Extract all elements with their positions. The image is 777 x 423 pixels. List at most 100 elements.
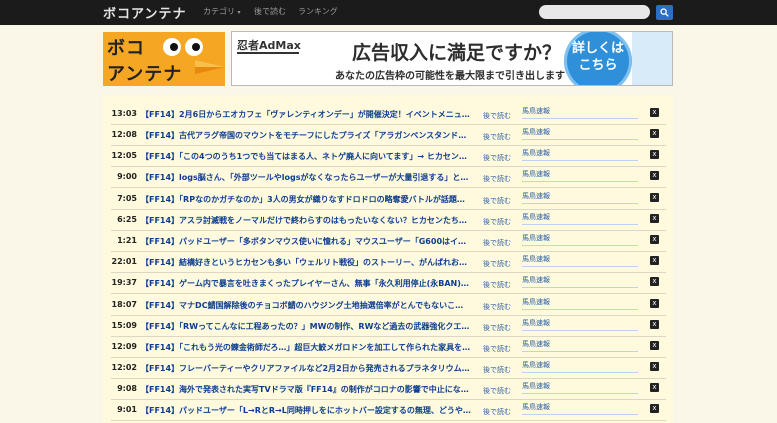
chevron-down-icon: ▾ [237, 9, 241, 16]
read-later-link[interactable]: 後で読む [483, 280, 511, 290]
brand-banner[interactable]: ボコ アンテナ [103, 32, 225, 86]
article-time: 6:25 [117, 215, 137, 224]
article-title-link[interactable]: 【FF14】2月6日からエオカフェ「ヴァレンティオンデー」が開催決定！イベントメ… [141, 109, 471, 120]
article-row[interactable]: 7:05 【FF14】「RPなのかガチなのか」3人の男女が織りなすドロドロの略奪… [111, 189, 666, 210]
nav-ranking[interactable]: ランキング [298, 6, 338, 17]
article-time: 12:02 [111, 363, 137, 372]
article-time: 12:09 [111, 342, 137, 351]
close-icon[interactable]: x [650, 404, 659, 413]
nav-read-later[interactable]: 後で読む [254, 6, 286, 17]
close-icon[interactable]: x [650, 383, 659, 392]
article-title-link[interactable]: 【FF14】logs脳さん、「外部ツールやlogsがなくなったらユーザーが大量引… [141, 172, 471, 183]
article-source-link[interactable]: 馬鳥速報 [522, 297, 638, 310]
search-input[interactable] [539, 5, 650, 19]
ad-badge-background [632, 32, 672, 85]
read-later-link[interactable]: 後で読む [483, 365, 511, 375]
article-source-link[interactable]: 馬鳥速報 [522, 381, 638, 394]
read-later-link[interactable]: 後で読む [483, 302, 511, 312]
article-row[interactable]: 12:02 【FF14】フレーバーティーやクリアファイルなど2月2日から発売され… [111, 358, 666, 379]
article-time: 9:01 [117, 405, 137, 414]
ad-banner[interactable]: 忍者AdMax 広告収入に満足ですか？ あなたの広告枠の可能性を最大限まで引き出… [231, 31, 673, 86]
ad-details-badge[interactable]: 詳しくは こちら [564, 32, 632, 85]
read-later-link[interactable]: 後で読む [483, 407, 511, 417]
article-row[interactable]: 13:03 【FF14】2月6日からエオカフェ「ヴァレンティオンデー」が開催決定… [111, 104, 666, 125]
brand-text-line2: アンテナ [107, 64, 183, 85]
search-button[interactable] [656, 5, 673, 20]
close-icon[interactable]: x [650, 277, 659, 286]
article-source-link[interactable]: 馬鳥速報 [522, 339, 638, 352]
article-title-link[interactable]: 【FF14】フレーバーティーやクリアファイルなど2月2日から発売されるプラネタリ… [141, 363, 471, 374]
close-icon[interactable]: x [650, 341, 659, 350]
article-time: 19:37 [111, 278, 137, 287]
article-title-link[interactable]: 【FF14】結構好きというヒカセンも多い「ウェルリト戦役」のストーリー、がんばれ… [141, 257, 471, 268]
article-row[interactable]: 18:07 【FF14】マナDC鯖国解除後のチョコボ鯖のハウジング土地抽選倍率が… [111, 295, 666, 316]
read-later-link[interactable]: 後で読む [483, 238, 511, 248]
read-later-link[interactable]: 後で読む [483, 153, 511, 163]
article-time: 13:03 [111, 109, 137, 118]
article-source-link[interactable]: 馬鳥速報 [522, 127, 638, 140]
article-source-link[interactable]: 馬鳥速報 [522, 360, 638, 373]
article-row[interactable]: 12:08 【FF14】古代アラグ帝国のマウントをモチーフにしたプライズ「アラガ… [111, 125, 666, 146]
article-title-link[interactable]: 【FF14】「RPなのかガチなのか」3人の男女が織りなすドロドロの略奪愛バトルが… [141, 194, 471, 205]
article-title-link[interactable]: 【FF14】アスラ討滅戦をノーマルだけで終わらすのはもったいなくない？ヒカセンた… [141, 215, 471, 226]
article-source-link[interactable]: 馬鳥速報 [522, 169, 638, 182]
article-title-link[interactable]: 【FF14】海外で発表された実写TVドラマ版『FF14』の制作がコロナの影響で中… [141, 384, 471, 395]
article-source-link[interactable]: 馬鳥速報 [522, 318, 638, 331]
article-source-link[interactable]: 馬鳥速報 [522, 275, 638, 288]
read-later-link[interactable]: 後で読む [483, 259, 511, 269]
close-icon[interactable]: x [650, 362, 659, 371]
read-later-link[interactable]: 後で読む [483, 132, 511, 142]
close-icon[interactable]: x [650, 299, 659, 308]
close-icon[interactable]: x [650, 129, 659, 138]
article-source-link[interactable]: 馬鳥速報 [522, 212, 638, 225]
article-row[interactable]: 1:21 【FF14】パッドユーザー「多ボタンマウス使いに憧れる」マウスユーザー… [111, 231, 666, 252]
read-later-link[interactable]: 後で読む [483, 344, 511, 354]
article-title-link[interactable]: 【FF14】「RWってこんなに工程あったの？」MWの制作、RWなど過去の武器強化… [141, 321, 471, 332]
brand-text-line1: ボコ [107, 38, 145, 59]
article-title-link[interactable]: 【FF14】古代アラグ帝国のマウントをモチーフにしたプライズ「アラガンペンスタン… [141, 130, 471, 141]
article-source-link[interactable]: 馬鳥速報 [522, 402, 638, 415]
read-later-link[interactable]: 後で読む [483, 217, 511, 227]
ad-headline: 広告収入に満足ですか？ [352, 42, 562, 64]
close-icon[interactable]: x [650, 150, 659, 159]
article-row[interactable]: 19:37 【FF14】ゲーム内で暴言を吐きまくったプレイヤーさん、無事「永久利… [111, 273, 666, 294]
close-icon[interactable]: x [650, 193, 659, 202]
article-time: 9:08 [117, 384, 137, 393]
article-title-link[interactable]: 【FF14】ゲーム内で暴言を吐きまくったプレイヤーさん、無事「永久利用停止(永B… [141, 278, 471, 289]
article-time: 12:08 [111, 130, 137, 139]
close-icon[interactable]: x [650, 235, 659, 244]
article-title-link[interactable]: 【FF14】「これもう光の錬金術師だろ…」超巨大鮫メガロドンを加工して作られた家… [141, 342, 471, 353]
read-later-link[interactable]: 後で読む [483, 174, 511, 184]
nav-category-label: カテゴリ [203, 7, 235, 16]
read-later-link[interactable]: 後で読む [483, 111, 511, 121]
article-title-link[interactable]: 【FF14】「この4つのうち1つでも当てはまる人、ネトゲ廃人に向いてます」→ ヒ… [141, 151, 471, 162]
article-row[interactable]: 15:09 【FF14】「RWってこんなに工程あったの？」MWの制作、RWなど過… [111, 316, 666, 337]
article-row[interactable]: 6:25 【FF14】アスラ討滅戦をノーマルだけで終わらすのはもったいなくない？… [111, 210, 666, 231]
read-later-link[interactable]: 後で読む [483, 323, 511, 333]
close-icon[interactable]: x [650, 320, 659, 329]
article-row[interactable]: 12:05 【FF14】「この4つのうち1つでも当てはまる人、ネトゲ廃人に向いて… [111, 146, 666, 167]
close-icon[interactable]: x [650, 108, 659, 117]
article-title-link[interactable]: 【FF14】マナDC鯖国解除後のチョコボ鯖のハウジング土地抽選倍率がとんでもない… [141, 300, 471, 311]
article-source-link[interactable]: 馬鳥速報 [522, 106, 638, 119]
close-icon[interactable]: x [650, 256, 659, 265]
ad-subline: あなたの広告枠の可能性を最大限まで引き出します [335, 71, 565, 82]
article-row[interactable]: 9:01 【FF14】パッドユーザー「L→RとR→L同時押しをにホットバー設定す… [111, 400, 666, 421]
site-logo-text[interactable]: ボコアンテナ [103, 3, 186, 22]
article-title-link[interactable]: 【FF14】パッドユーザー「L→RとR→L同時押しをにホットバー設定するの無理、… [141, 405, 471, 416]
article-title-link[interactable]: 【FF14】パッドユーザー「多ボタンマウス使いに憧れる」マウスユーザー「G600… [141, 236, 471, 247]
article-time: 12:05 [111, 151, 137, 160]
article-source-link[interactable]: 馬鳥速報 [522, 191, 638, 204]
nav-category[interactable]: カテゴリ ▾ [203, 6, 241, 17]
read-later-link[interactable]: 後で読む [483, 386, 511, 396]
close-icon[interactable]: x [650, 171, 659, 180]
article-row[interactable]: 9:08 【FF14】海外で発表された実写TVドラマ版『FF14』の制作がコロナ… [111, 379, 666, 400]
article-source-link[interactable]: 馬鳥速報 [522, 233, 638, 246]
article-source-link[interactable]: 馬鳥速報 [522, 148, 638, 161]
article-source-link[interactable]: 馬鳥速報 [522, 254, 638, 267]
read-later-link[interactable]: 後で読む [483, 196, 511, 206]
article-row[interactable]: 9:00 【FF14】logs脳さん、「外部ツールやlogsがなくなったらユーザ… [111, 167, 666, 188]
article-row[interactable]: 22:01 【FF14】結構好きというヒカセンも多い「ウェルリト戦役」のストーリ… [111, 252, 666, 273]
close-icon[interactable]: x [650, 214, 659, 223]
article-row[interactable]: 12:09 【FF14】「これもう光の錬金術師だろ…」超巨大鮫メガロドンを加工し… [111, 337, 666, 358]
